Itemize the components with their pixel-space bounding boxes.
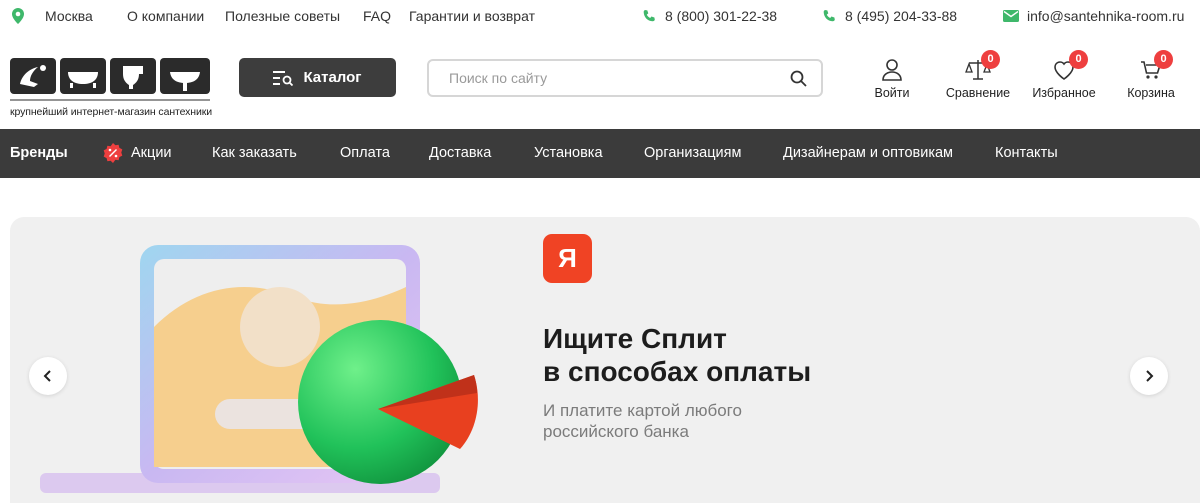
nav-item-organizations[interactable]: Организациям [644, 145, 741, 161]
user-icon [882, 59, 902, 81]
banner-illustration [40, 245, 478, 493]
link-faq[interactable]: FAQ [363, 8, 391, 24]
mail-icon [1003, 10, 1019, 22]
compare-count-badge: 0 [981, 50, 1000, 69]
header: крупнейший интернет-магазин сантехники К… [0, 34, 1200, 128]
login-button[interactable]: Войти [852, 58, 932, 108]
search-icon[interactable] [790, 70, 807, 87]
chevron-left-icon [43, 370, 51, 382]
nav-item-contacts[interactable]: Контакты [995, 145, 1058, 161]
slider-next-button[interactable] [1130, 357, 1168, 395]
nav-item-installation[interactable]: Установка [534, 145, 603, 161]
chevron-right-icon [1146, 370, 1154, 382]
login-label: Войти [874, 86, 910, 100]
logo-tagline: крупнейший интернет-магазин сантехники [10, 106, 212, 118]
banner-heading-line-2: в способах оплаты [543, 356, 812, 387]
slider-prev-button[interactable] [29, 357, 67, 395]
percent-icon [103, 143, 123, 163]
nav-item-promotions[interactable]: Акции [131, 145, 172, 161]
compare-label: Сравнение [945, 86, 1011, 100]
catalog-button[interactable]: Каталог [239, 58, 396, 97]
nav-item-how-to-order[interactable]: Как заказать [212, 145, 297, 161]
email-link[interactable]: info@santehnika-room.ru [1027, 8, 1184, 24]
banner-heading: Ищите Сплит в способах оплаты [543, 322, 811, 388]
nav-item-delivery[interactable]: Доставка [429, 145, 491, 161]
link-warranty[interactable]: Гарантии и возврат [409, 8, 535, 24]
phone-1[interactable]: 8 (800) 301-22-38 [665, 8, 777, 24]
phone-icon [823, 10, 835, 22]
banner-subtitle-line-1: И платите картой любого [543, 401, 742, 420]
promo-banner[interactable]: Я Ищите Сплит в способах оплаты И платит… [10, 217, 1200, 503]
banner-heading-line-1: Ищите Сплит [543, 323, 727, 354]
cart-button[interactable]: 0 Корзина [1111, 50, 1191, 108]
favorites-label: Избранное [1032, 86, 1096, 100]
favorites-button[interactable]: 0 Избранное [1024, 50, 1104, 108]
search-input[interactable] [429, 61, 769, 95]
phone-icon [643, 10, 655, 22]
link-tips[interactable]: Полезные советы [225, 8, 340, 24]
yandex-logo: Я [543, 234, 592, 283]
favorites-count-badge: 0 [1069, 50, 1088, 69]
nav-item-designers[interactable]: Дизайнерам и оптовикам [783, 145, 953, 161]
catalog-label: Каталог [303, 69, 362, 86]
cart-count-badge: 0 [1154, 50, 1173, 69]
main-nav: Бренды Акции Как заказать Оплата Доставк… [0, 129, 1200, 178]
catalog-icon [273, 70, 294, 86]
phone-2[interactable]: 8 (495) 204-33-88 [845, 8, 957, 24]
cart-label: Корзина [1127, 86, 1175, 100]
city-selector[interactable]: Москва [45, 8, 93, 24]
top-bar: Москва О компании Полезные советы FAQ Га… [0, 0, 1200, 34]
nav-item-payment[interactable]: Оплата [340, 145, 390, 161]
map-pin-icon [12, 8, 24, 24]
banner-subtitle-line-2: российского банка [543, 422, 689, 441]
banner-subtitle: И платите картой любого российского банк… [543, 400, 742, 442]
search-box [427, 59, 823, 97]
compare-button[interactable]: 0 Сравнение [938, 50, 1018, 108]
link-about[interactable]: О компании [127, 8, 204, 24]
nav-item-brands[interactable]: Бренды [10, 145, 68, 161]
